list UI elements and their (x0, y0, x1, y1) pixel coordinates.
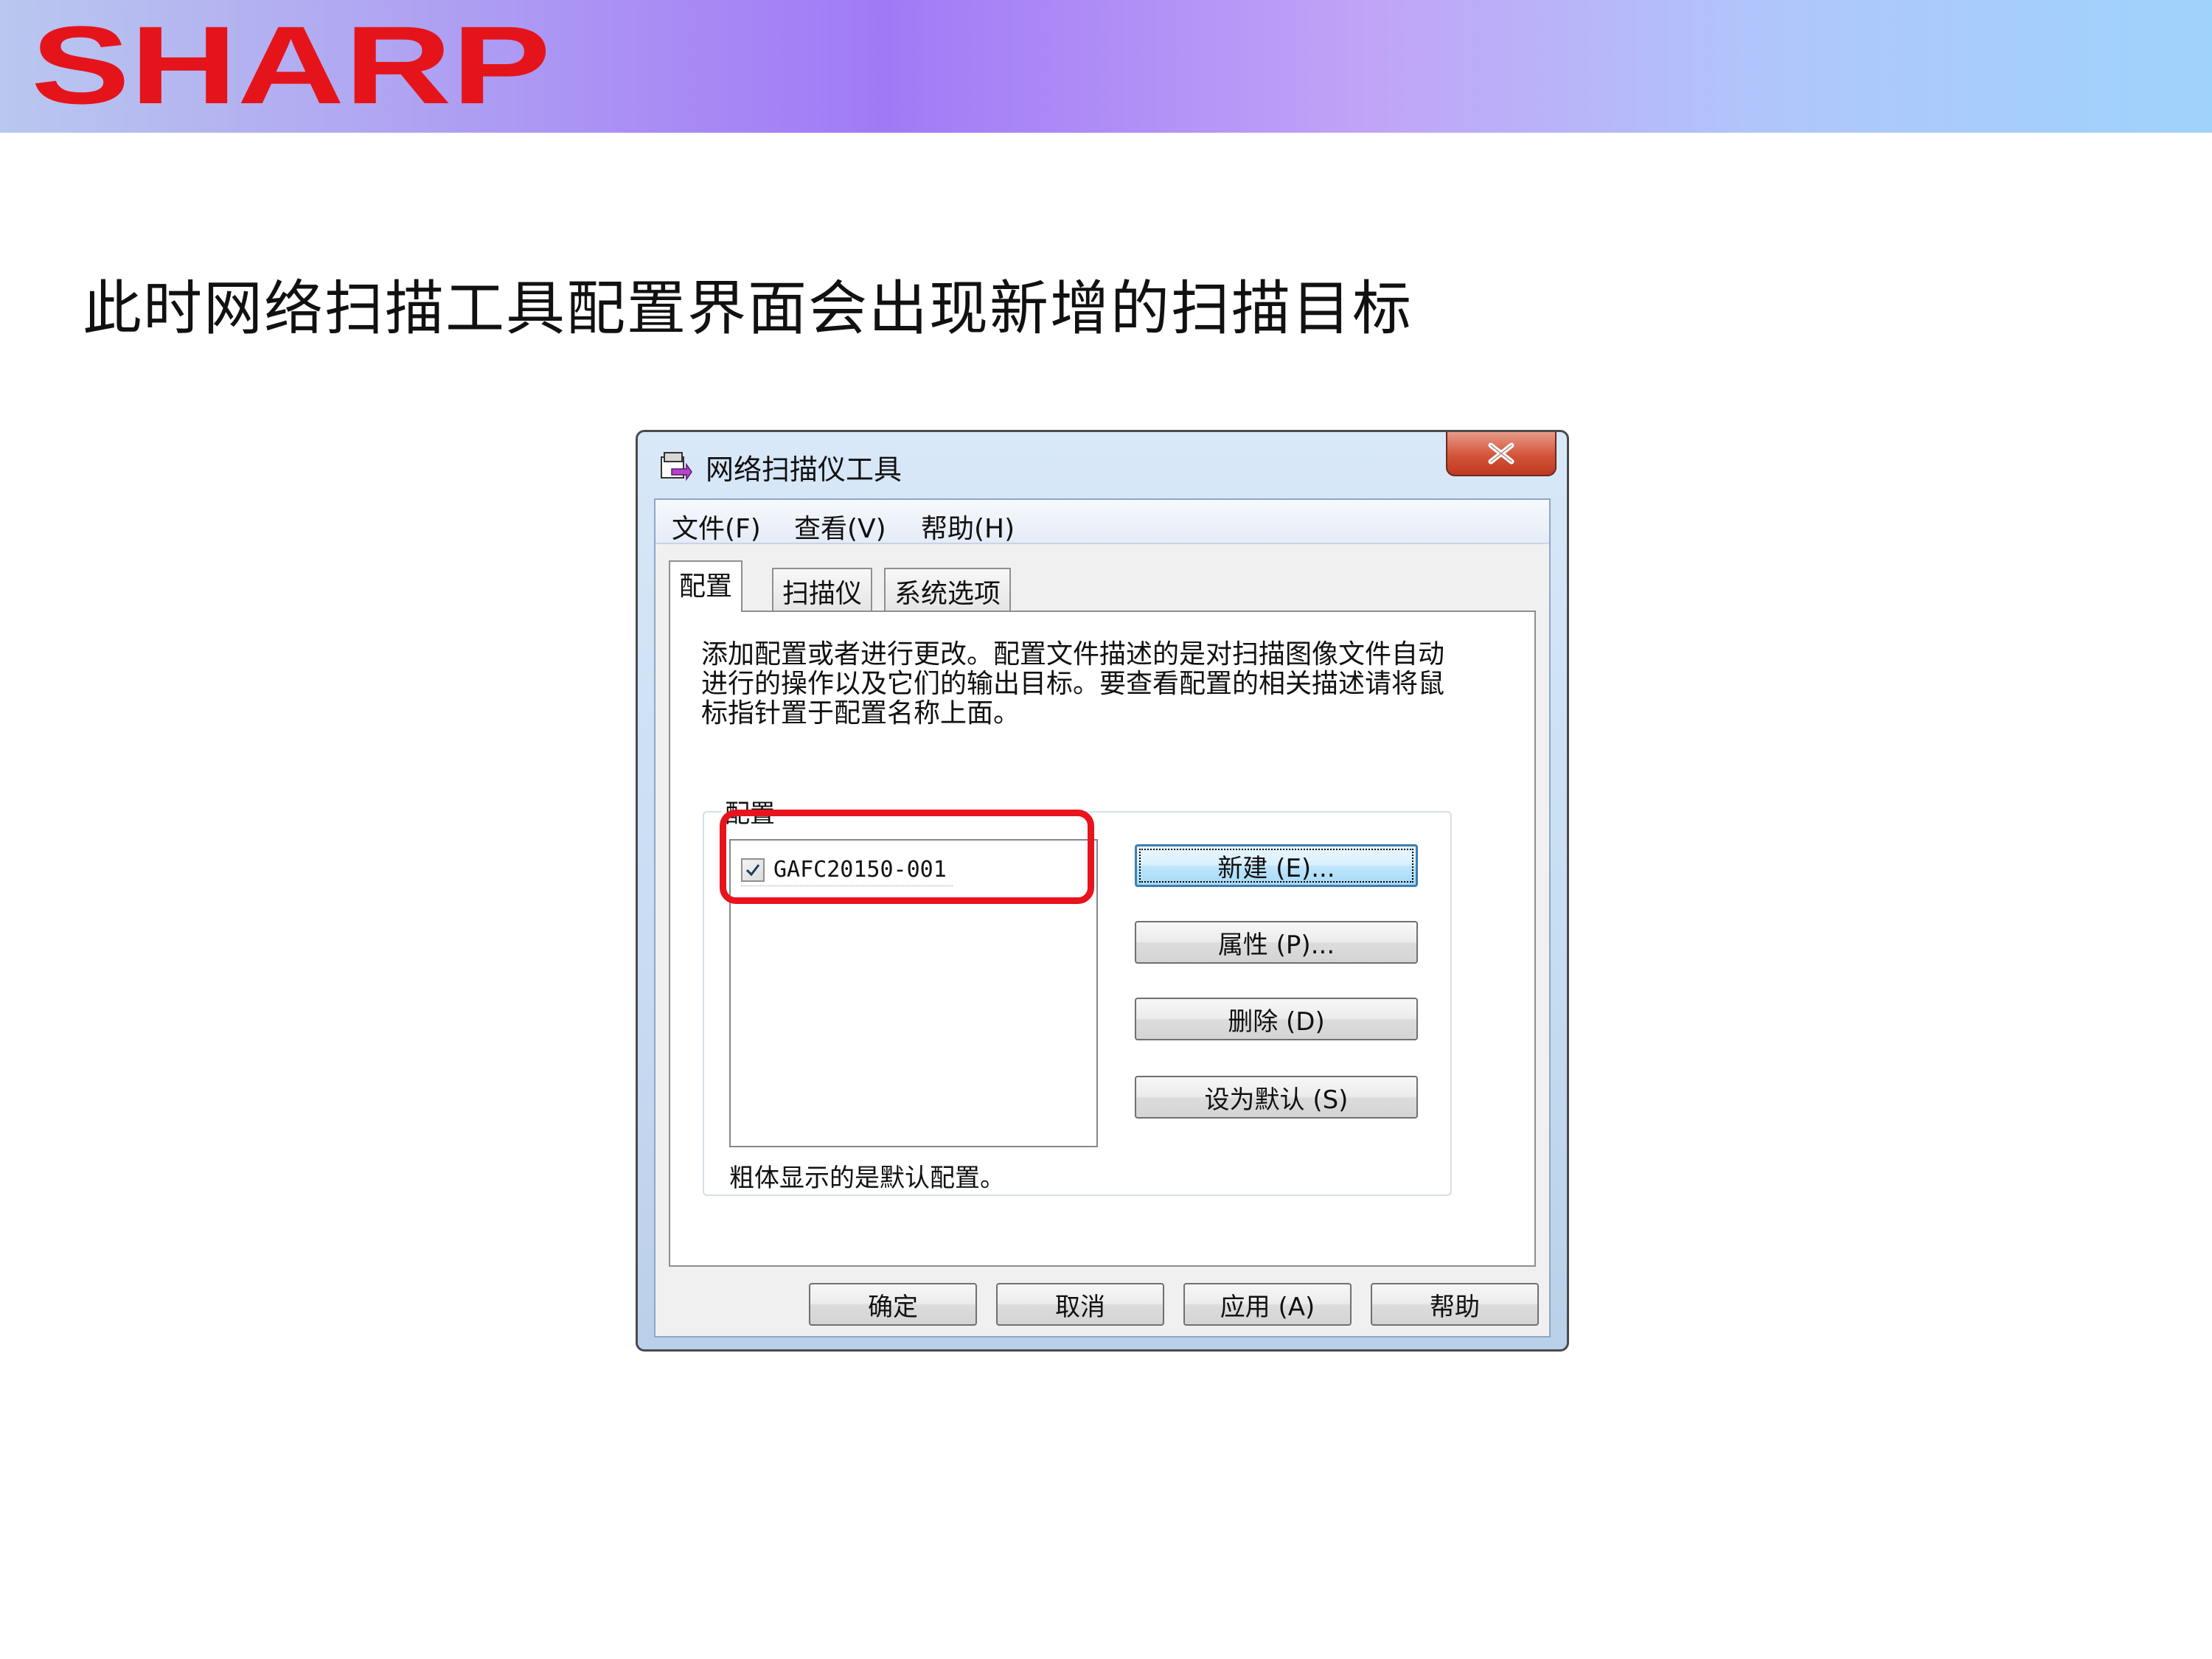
highlight-annotation (720, 810, 1094, 904)
cancel-button[interactable]: 取消 (996, 1283, 1164, 1326)
ok-button[interactable]: 确定 (809, 1283, 977, 1326)
title-bar[interactable]: 网络扫描仪工具 (638, 432, 1567, 498)
apply-button[interactable]: 应用 (A) (1183, 1283, 1352, 1326)
tab-profiles[interactable]: 配置 (669, 560, 743, 612)
slide-title: 此时网络扫描工具配置界面会出现新增的扫描目标 (83, 274, 1413, 343)
tab-system-options[interactable]: 系统选项 (884, 568, 1012, 611)
delete-button[interactable]: 删除 (D) (1135, 998, 1418, 1040)
profiles-tab-panel: 添加配置或者进行更改。配置文件描述的是对扫描图像文件自动进行的操作以及它们的输出… (669, 611, 1536, 1267)
menu-bar: 文件(F) 查看(V) 帮助(H) (655, 500, 1549, 544)
close-icon (1488, 442, 1514, 465)
default-profile-footnote: 粗体显示的是默认配置。 (729, 1164, 1005, 1193)
set-default-button[interactable]: 设为默认 (S) (1135, 1076, 1418, 1119)
new-profile-button[interactable]: 新建 (E)... (1135, 844, 1418, 887)
menu-view[interactable]: 查看(V) (794, 507, 886, 546)
dialog-client-area: 文件(F) 查看(V) 帮助(H) 配置 扫描仪 系统选项 添加配置或者进行更改… (654, 498, 1551, 1338)
header-band: SHARP (0, 0, 2212, 133)
close-button[interactable] (1446, 432, 1557, 476)
window-title: 网络扫描仪工具 (706, 453, 902, 486)
profiles-description: 添加配置或者进行更改。配置文件描述的是对扫描图像文件自动进行的操作以及它们的输出… (701, 639, 1445, 728)
help-button[interactable]: 帮助 (1371, 1283, 1539, 1326)
menu-file[interactable]: 文件(F) (672, 507, 761, 546)
svg-text:SHARP: SHARP (31, 24, 551, 112)
scanner-app-icon (661, 452, 692, 481)
sharp-logo: SHARP (31, 24, 551, 112)
tab-scanner[interactable]: 扫描仪 (772, 568, 873, 611)
properties-button[interactable]: 属性 (P)... (1135, 921, 1418, 964)
menu-help[interactable]: 帮助(H) (921, 507, 1015, 546)
